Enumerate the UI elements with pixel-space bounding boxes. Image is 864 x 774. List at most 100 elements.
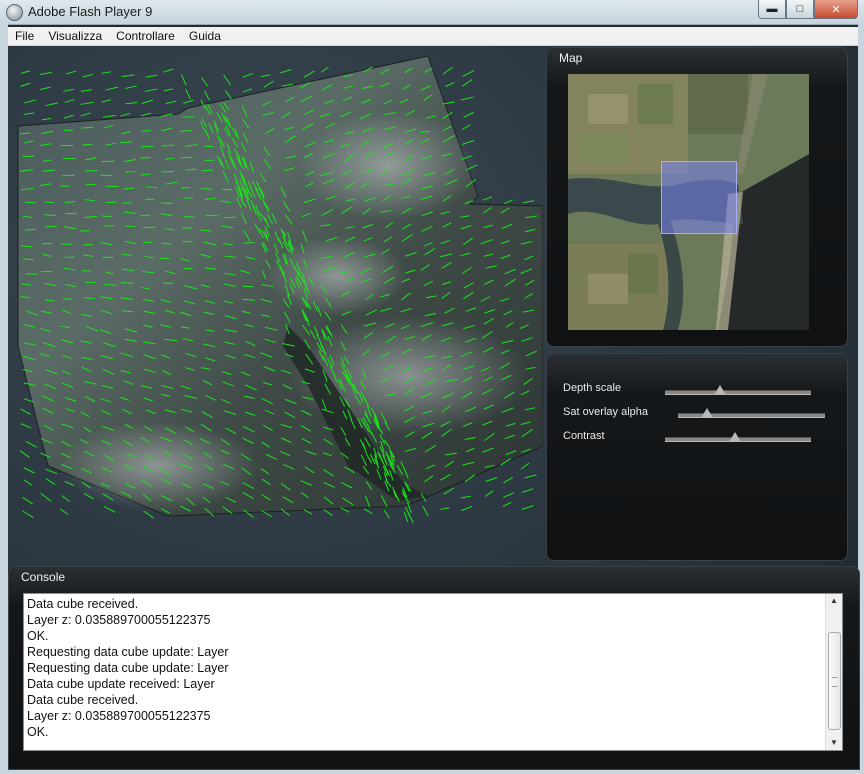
minimize-icon: ▬: [766, 3, 778, 15]
vector-arrow: [80, 101, 94, 105]
vector-arrow: [461, 124, 471, 130]
vector-arrow: [183, 197, 194, 199]
depth-scale-label: Depth scale: [563, 382, 622, 394]
cloud-overlay: [298, 111, 478, 221]
vector-arrow: [23, 467, 35, 474]
vector-arrow: [80, 112, 91, 117]
vector-arrow: [163, 68, 174, 73]
vector-arrow: [63, 114, 74, 119]
map-panel: Map: [546, 47, 848, 347]
vector-arrow: [60, 508, 69, 515]
vector-arrow: [22, 510, 34, 519]
vector-arrow: [462, 79, 473, 87]
console-scrollbar[interactable]: ▲ ▼: [825, 594, 842, 750]
close-button[interactable]: ✕: [814, 0, 858, 19]
window-controls: ▬ □ ✕: [758, 0, 858, 19]
sat-overlay-alpha-slider[interactable]: [678, 413, 825, 418]
vector-arrow: [125, 102, 138, 105]
vector-arrow: [524, 474, 537, 479]
vector-arrow: [223, 74, 232, 86]
vector-arrow: [522, 200, 535, 204]
vector-arrow: [61, 174, 75, 177]
vector-arrow: [363, 508, 373, 515]
vector-arrow: [200, 188, 213, 190]
vector-arrow: [23, 479, 33, 486]
vector-arrow: [482, 196, 493, 201]
satellite-map[interactable]: [568, 74, 809, 330]
vector-arrow: [521, 488, 534, 493]
vector-arrow: [19, 450, 30, 458]
console-line: Data cube received.: [27, 597, 139, 611]
vector-arrow: [25, 441, 37, 448]
scroll-up-button[interactable]: ▲: [826, 594, 842, 608]
vector-arrow: [20, 82, 31, 87]
sat-overlay-alpha-thumb[interactable]: [701, 408, 714, 418]
vector-arrow: [422, 505, 429, 517]
vector-arrow: [263, 80, 274, 88]
vector-arrow: [45, 102, 58, 107]
vector-arrow: [24, 99, 36, 104]
vector-arrow: [163, 88, 173, 92]
vector-arrow: [460, 96, 474, 101]
vector-arrow: [461, 505, 473, 512]
vector-arrow: [521, 505, 534, 510]
contrast-thumb[interactable]: [729, 432, 742, 442]
scroll-down-button[interactable]: ▼: [826, 736, 842, 750]
vector-arrow: [303, 70, 315, 78]
sat-overlay-alpha-label: Sat overlay alpha: [563, 406, 648, 418]
console-line: Data cube received.: [27, 693, 139, 707]
vector-arrow: [105, 86, 119, 91]
console-line: OK.: [27, 725, 49, 739]
vector-arrow: [185, 89, 191, 100]
maximize-button[interactable]: □: [786, 0, 814, 19]
minimize-button[interactable]: ▬: [758, 0, 786, 19]
vector-arrow: [504, 199, 514, 205]
vector-arrow: [145, 74, 158, 78]
vector-arrow: [383, 509, 390, 519]
close-icon: ✕: [831, 3, 841, 16]
console-panel: Console Data cube received. Layer z: 0.03…: [8, 566, 860, 770]
depth-scale-thumb[interactable]: [714, 385, 727, 395]
menu-visualizza[interactable]: Visualizza: [41, 29, 109, 43]
vector-arrow: [242, 88, 253, 93]
vector-arrow: [101, 71, 112, 74]
vector-arrow: [144, 88, 158, 92]
vector-arrow: [101, 99, 112, 103]
depth-scale-slider[interactable]: [665, 390, 811, 395]
vector-arrow: [502, 501, 512, 507]
vector-arrow: [64, 98, 75, 103]
vector-arrow: [102, 256, 114, 259]
vector-arrow: [260, 74, 271, 78]
window-title: Adobe Flash Player 9: [28, 4, 153, 19]
console-log: Data cube received. Layer z: 0.0358897000…: [27, 596, 229, 740]
console-title: Console: [21, 570, 66, 584]
vector-arrow: [205, 214, 219, 217]
menu-file[interactable]: File: [8, 29, 41, 43]
vector-arrow: [20, 423, 32, 429]
vector-arrow: [224, 216, 237, 219]
menu-guida[interactable]: Guida: [182, 29, 228, 43]
menu-controllare[interactable]: Controllare: [109, 29, 182, 43]
3d-viewport[interactable]: [8, 46, 543, 566]
vector-arrow: [520, 462, 530, 470]
console-line: Data cube update received: Layer: [27, 677, 215, 691]
vector-arrow: [143, 510, 154, 519]
console-line: Layer z: 0.035889700055122375: [27, 709, 211, 723]
vector-arrow: [462, 70, 475, 77]
vector-arrow: [40, 71, 52, 75]
map-selection-rectangle[interactable]: [661, 161, 737, 234]
console-line: Requesting data cube update: Layer: [27, 661, 229, 675]
vector-arrow: [165, 100, 176, 105]
vector-arrow: [503, 477, 514, 484]
vector-arrow: [44, 201, 55, 204]
vector-arrow: [82, 143, 93, 146]
scroll-grip-icon: [832, 677, 837, 687]
vector-arrow: [140, 156, 151, 159]
vector-arrow: [121, 74, 135, 78]
vector-arrow: [180, 74, 187, 86]
vector-arrow: [20, 408, 31, 415]
window-frame-left: [0, 24, 8, 774]
console-output[interactable]: Data cube received. Layer z: 0.0358897000…: [23, 593, 843, 751]
scroll-thumb[interactable]: [828, 632, 841, 730]
vector-arrow: [125, 225, 136, 228]
